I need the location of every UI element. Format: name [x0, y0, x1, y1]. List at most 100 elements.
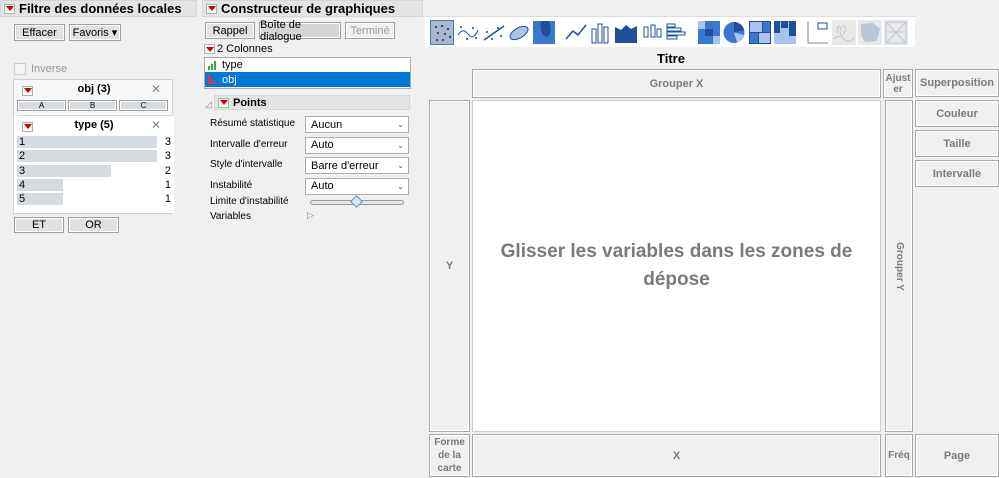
freq-zone[interactable]: Fréq: [885, 434, 913, 477]
graph-title[interactable]: Titre: [425, 51, 917, 66]
option-select[interactable]: Aucun ⌄: [305, 116, 409, 133]
level-count: 2: [164, 164, 171, 177]
fit-zone[interactable]: Ajuster: [883, 69, 913, 98]
jitter-limit-slider[interactable]: [310, 195, 404, 208]
columns-list: type obj: [204, 57, 411, 89]
done-button[interactable]: Terminé: [345, 22, 395, 39]
level-button-a[interactable]: A: [17, 100, 66, 111]
and-button[interactable]: ET: [14, 217, 64, 233]
line-icon[interactable]: [564, 20, 588, 45]
parallel-icon[interactable]: [884, 20, 908, 45]
filter-level-row[interactable]: 13: [17, 136, 171, 149]
smoother-icon[interactable]: [456, 20, 480, 45]
filter-title: Filtre des données locales: [19, 1, 182, 16]
x-zone[interactable]: X: [472, 434, 881, 477]
level-bar: 5: [17, 193, 63, 206]
inverse-checkbox[interactable]: Inverse: [14, 63, 67, 75]
filter-level-row[interactable]: 32: [17, 164, 171, 178]
select-value: Aucun: [311, 118, 343, 131]
obj-filter-title: obj (3): [77, 83, 111, 95]
close-icon[interactable]: ✕: [151, 82, 161, 96]
caption-box-icon[interactable]: [806, 20, 830, 45]
level-bar: 4: [17, 178, 63, 191]
points-title: Points: [233, 96, 267, 109]
size-zone[interactable]: Taille: [915, 130, 999, 157]
collapse-icon[interactable]: ◿: [205, 99, 212, 110]
points-menu-icon[interactable]: [218, 97, 229, 108]
columns-header: 2 Colonnes: [204, 43, 273, 55]
map-shapes-icon[interactable]: [858, 20, 882, 45]
level-bar: 1: [17, 136, 157, 148]
box-plot-icon[interactable]: [640, 20, 664, 45]
contour-icon[interactable]: [532, 20, 556, 45]
column-name: type: [222, 59, 243, 71]
level-bar: 3: [17, 164, 111, 177]
option-label: Résumé statistique: [210, 118, 296, 129]
chevron-down-icon: ⌄: [397, 120, 404, 129]
filter-box: obj (3) ✕ A B C type (5) ✕ 1323324151: [13, 79, 174, 214]
select-value: Barre d'erreur: [311, 159, 379, 172]
level-bar: 2: [17, 150, 157, 163]
clear-button[interactable]: Effacer: [14, 24, 65, 41]
area-icon[interactable]: [614, 20, 638, 45]
inverse-label: Inverse: [31, 63, 68, 75]
filter-level-row[interactable]: 23: [17, 150, 171, 163]
level-count: 3: [164, 136, 171, 148]
filter-level-row[interactable]: 41: [17, 178, 171, 192]
ellipse-icon[interactable]: [507, 20, 531, 45]
level-count: 3: [164, 150, 171, 163]
chevron-down-icon: ⌄: [397, 181, 404, 191]
favorites-button[interactable]: Favoris ▾: [69, 24, 121, 41]
mosaic-icon[interactable]: [773, 20, 797, 45]
or-button[interactable]: OR: [68, 217, 119, 233]
ordinal-icon: [208, 60, 216, 70]
columns-label: 2 Colonnes: [217, 43, 273, 55]
overlay-zone[interactable]: Superposition: [915, 69, 999, 97]
plot-area[interactable]: Glisser les variables dans les zones de …: [472, 100, 881, 432]
drop-zone-placeholder: Glisser les variables dans les zones de …: [500, 241, 853, 290]
column-name: obj: [222, 73, 237, 86]
nominal-icon: [208, 75, 216, 84]
histogram-icon[interactable]: [665, 20, 689, 45]
dialog-button[interactable]: Boîte de dialogue: [259, 19, 341, 43]
column-item-obj[interactable]: obj: [205, 72, 410, 87]
group-x-zone[interactable]: Grouper X: [472, 69, 881, 98]
level-count: 1: [164, 193, 171, 206]
chart-type-toolbar: f(): [425, 16, 915, 47]
color-zone[interactable]: Couleur: [915, 100, 999, 127]
close-icon[interactable]: ✕: [151, 118, 161, 132]
points-icon[interactable]: [430, 20, 454, 45]
recall-button[interactable]: Rappel: [205, 22, 255, 39]
option-select[interactable]: Barre d'erreur ⌄: [305, 157, 409, 175]
map-shape-zone[interactable]: Forme de la carte: [429, 434, 470, 477]
heatmap-icon[interactable]: [697, 20, 721, 45]
option-select[interactable]: Auto ⌄: [305, 136, 409, 154]
group-y-zone[interactable]: Grouper Y: [885, 100, 913, 432]
jitter-limit-label: Limite d'instabilité: [210, 196, 289, 207]
level-button-b[interactable]: B: [68, 100, 117, 111]
page-zone[interactable]: Page: [915, 434, 999, 477]
select-value: Auto: [311, 180, 334, 193]
line-of-fit-icon[interactable]: [482, 20, 506, 45]
columns-menu-icon[interactable]: [204, 44, 215, 54]
y-zone[interactable]: Y: [429, 100, 470, 432]
option-label: Style d'intervalle: [210, 159, 283, 171]
option-select[interactable]: Auto ⌄: [305, 177, 409, 195]
favorites-label: Favoris: [72, 26, 109, 39]
chevron-down-icon: ⌄: [397, 140, 404, 150]
level-button-c[interactable]: C: [119, 100, 168, 111]
interval-zone[interactable]: Intervalle: [915, 160, 999, 187]
column-item-type[interactable]: type: [205, 58, 410, 72]
formula-icon[interactable]: f(): [832, 20, 856, 45]
pie-icon[interactable]: [722, 20, 746, 45]
bar-icon[interactable]: [589, 20, 613, 45]
builder-title: Constructeur de graphiques: [221, 1, 396, 16]
treemap-icon[interactable]: [748, 20, 772, 45]
slider-thumb[interactable]: [350, 195, 363, 208]
level-count: 1: [164, 178, 171, 191]
builder-menu-icon[interactable]: [206, 3, 217, 14]
filter-level-row[interactable]: 51: [17, 193, 171, 206]
filter-header: Filtre des données locales: [0, 0, 197, 17]
filter-menu-icon[interactable]: [4, 3, 15, 14]
expand-triangle-icon[interactable]: ▷: [307, 210, 314, 221]
